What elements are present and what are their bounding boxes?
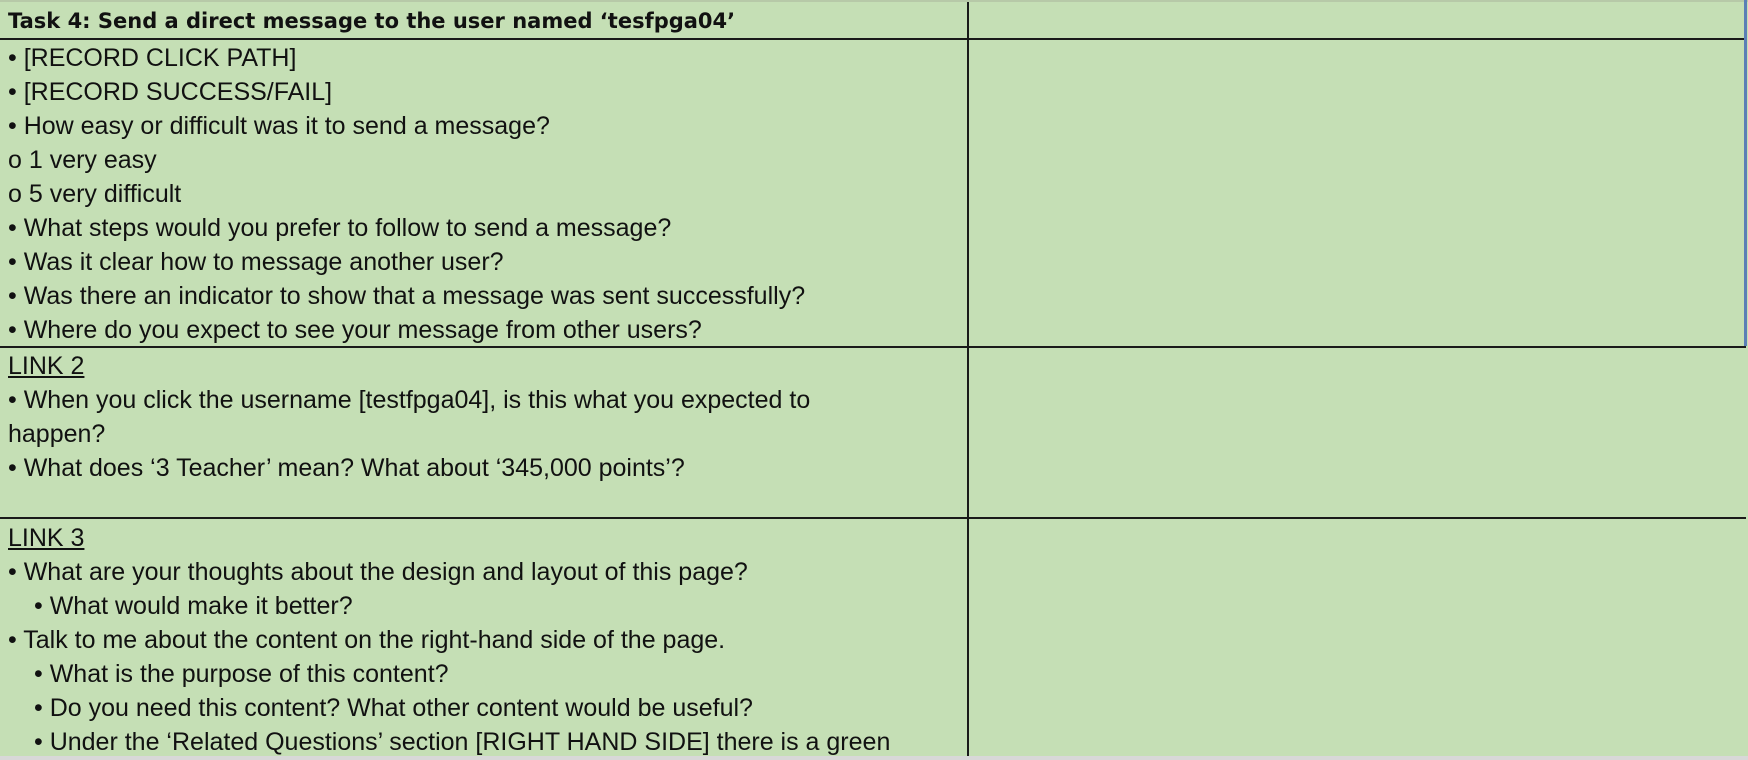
spreadsheet-grid: Task 4: Send a direct message to the use… (0, 0, 1748, 760)
question-line: • What steps would you prefer to follow … (8, 214, 672, 242)
selection-border (1744, 0, 1747, 346)
question-line: o 5 very difficult (8, 180, 182, 208)
sub-question-line: • What would make it better? (34, 592, 353, 620)
empty-cell[interactable] (970, 40, 1742, 346)
question-line: • What are your thoughts about the desig… (8, 558, 748, 586)
question-line: happen? (8, 420, 106, 448)
sub-question-line: • What is the purpose of this content? (34, 660, 449, 688)
question-line: • [RECORD CLICK PATH] (8, 44, 297, 72)
question-line: • How easy or difficult was it to send a… (8, 112, 550, 140)
link2-title: LINK 2 (8, 352, 85, 380)
link2-cell[interactable]: LINK 2 • When you click the username [te… (8, 349, 963, 485)
question-line: o 1 very easy (8, 146, 157, 174)
link3-cell[interactable]: LINK 3 • What are your thoughts about th… (8, 521, 963, 756)
question-line: • Was there an indicator to show that a … (8, 282, 806, 310)
question-line: • Talk to me about the content on the ri… (8, 626, 726, 654)
empty-cell[interactable] (970, 2, 1742, 38)
sub-question-line: • Do you need this content? What other c… (34, 694, 753, 722)
sub-question-line: • Under the ‘Related Questions’ section … (34, 728, 891, 756)
task-questions-cell[interactable]: • [RECORD CLICK PATH] • [RECORD SUCCESS/… (8, 41, 963, 347)
link3-title: LINK 3 (8, 524, 85, 552)
column-divider (967, 2, 969, 758)
empty-cell[interactable] (970, 348, 1742, 517)
question-line: • Was it clear how to message another us… (8, 248, 504, 276)
question-line: • When you click the username [testfpga0… (8, 386, 811, 414)
empty-cell[interactable] (970, 519, 1742, 756)
task-header-cell[interactable]: Task 4: Send a direct message to the use… (8, 6, 963, 36)
question-line: • Where do you expect to see your messag… (8, 316, 702, 344)
question-line: • [RECORD SUCCESS/FAIL] (8, 78, 333, 106)
bottom-border (0, 756, 1748, 760)
question-line: • What does ‘3 Teacher’ mean? What about… (8, 454, 685, 482)
